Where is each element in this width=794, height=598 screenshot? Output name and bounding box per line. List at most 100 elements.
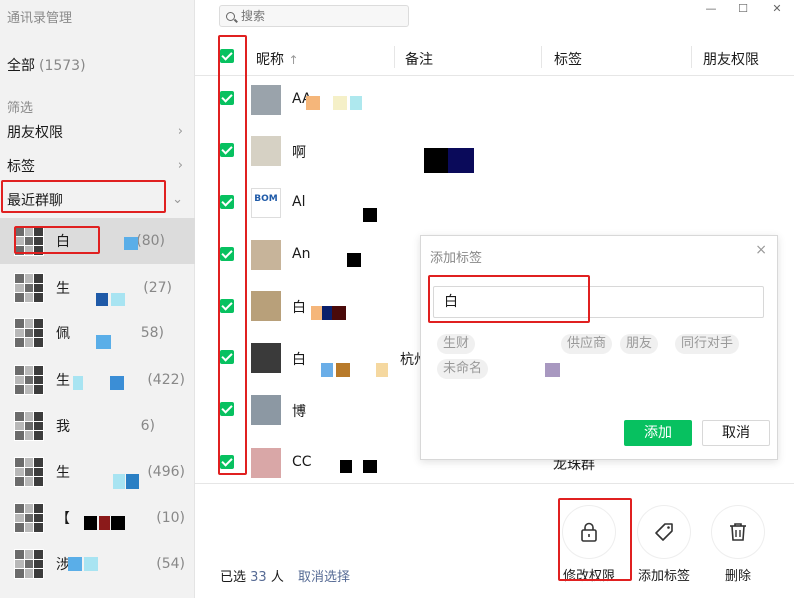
column-remark[interactable]: 备注: [405, 49, 433, 69]
row-checkbox[interactable]: [220, 299, 234, 313]
filter-label: 标签: [7, 159, 35, 175]
group-item[interactable]: 我 6): [0, 403, 195, 449]
redaction-mark: [110, 376, 124, 390]
redaction-mark: [336, 363, 350, 377]
action-label: 删除: [724, 569, 751, 584]
column-label: 昵称: [256, 52, 284, 68]
maximize-icon[interactable]: ☐: [731, 2, 755, 16]
tag-chip[interactable]: 同行对手: [675, 334, 740, 354]
redaction-mark: [96, 293, 108, 306]
selected-suffix: 人: [270, 570, 284, 585]
tag-chip[interactable]: 未命名: [437, 359, 489, 379]
cancel-button[interactable]: 取消: [702, 420, 770, 446]
tag-chip[interactable]: 供应商: [561, 334, 613, 354]
filter-section-label: 筛选: [7, 101, 34, 116]
contact-name: Al: [292, 194, 306, 210]
bottom-bar: 已选 33 人 取消选择 修改权限 添加标签 删除: [195, 483, 794, 598]
row-checkbox[interactable]: [220, 247, 234, 261]
group-item[interactable]: 生 (422): [0, 357, 195, 403]
row-checkbox[interactable]: [220, 195, 234, 209]
search-input[interactable]: [241, 9, 391, 23]
redaction-mark: [113, 474, 125, 489]
group-count: (496): [147, 464, 185, 480]
table-row[interactable]: AA: [195, 75, 794, 127]
group-avatar: [14, 457, 44, 487]
close-icon[interactable]: ×: [755, 242, 767, 258]
tag-chip[interactable]: 生财: [437, 334, 476, 354]
delete-button[interactable]: 删除: [698, 506, 778, 584]
minimize-icon[interactable]: —: [699, 2, 723, 16]
contact-name: 白: [292, 300, 306, 316]
avatar: [251, 291, 281, 321]
group-name: 我: [56, 419, 70, 435]
redaction-mark: [376, 363, 388, 377]
group-count: (10): [156, 510, 185, 526]
redaction-mark: [84, 516, 97, 530]
group-name: 生: [56, 281, 70, 297]
table-row[interactable]: BOM Al: [195, 178, 794, 230]
redaction-mark: [340, 460, 352, 473]
filter-label: 最近群聊: [7, 193, 63, 209]
action-label: 添加标签: [637, 569, 690, 584]
row-checkbox[interactable]: [220, 402, 234, 416]
dialog-title: 添加标签: [430, 251, 483, 266]
close-icon[interactable]: ✕: [765, 2, 789, 16]
group-avatar: [14, 318, 44, 348]
group-name: 【: [56, 511, 70, 527]
redaction-mark: [99, 516, 110, 530]
redaction-mark: [424, 148, 448, 173]
filter-label: 朋友权限: [7, 125, 63, 141]
redaction-mark: [347, 253, 361, 267]
add-button[interactable]: 添加: [624, 420, 692, 446]
select-all-checkbox[interactable]: [220, 49, 234, 63]
avatar: [251, 395, 281, 425]
row-checkbox[interactable]: [220, 143, 234, 157]
action-label: 修改权限: [562, 569, 615, 584]
column-divider: [691, 46, 692, 68]
group-count: 58): [140, 325, 164, 341]
redaction-mark: [311, 306, 322, 320]
column-tag[interactable]: 标签: [554, 49, 582, 69]
sidebar-item-all[interactable]: 全部 (1573): [7, 55, 86, 75]
row-checkbox[interactable]: [220, 350, 234, 364]
avatar: [251, 240, 281, 270]
add-tag-button[interactable]: 添加标签: [624, 506, 704, 584]
avatar: BOM: [251, 188, 281, 218]
group-count: (54): [156, 556, 185, 572]
group-item[interactable]: 白 (80): [0, 218, 195, 264]
group-item[interactable]: 佩 58): [0, 310, 195, 356]
selected-prefix: 已选: [220, 570, 247, 585]
redaction-mark: [84, 557, 98, 571]
redaction-mark: [321, 363, 333, 377]
group-item[interactable]: 生 (496): [0, 449, 195, 495]
modify-permission-button[interactable]: 修改权限: [549, 506, 629, 584]
redaction-mark: [333, 96, 347, 110]
table-row[interactable]: 啊: [195, 126, 794, 178]
contact-name: CC: [292, 454, 312, 470]
column-nickname[interactable]: 昵称 ↑: [256, 49, 299, 69]
group-count: (27): [143, 280, 172, 296]
tag-input[interactable]: 白: [433, 286, 764, 318]
tag-chip[interactable]: 朋友: [620, 334, 659, 354]
tag-icon: [638, 506, 690, 558]
column-permission[interactable]: 朋友权限: [703, 49, 759, 69]
group-name: 佩: [56, 326, 70, 342]
redaction-mark: [96, 335, 111, 349]
contact-name: 博: [292, 404, 306, 420]
group-item[interactable]: 【 (10): [0, 495, 195, 541]
row-checkbox[interactable]: [220, 455, 234, 469]
group-name: 生: [56, 465, 70, 481]
row-checkbox[interactable]: [220, 91, 234, 105]
redaction-mark: [332, 306, 346, 320]
sidebar-item-recent-groups[interactable]: 最近群聊 ⌄: [0, 184, 195, 216]
search-box[interactable]: [219, 5, 409, 27]
chevron-right-icon: ›: [177, 124, 183, 139]
contact-name: An: [292, 246, 311, 262]
trash-icon: [712, 506, 764, 558]
lock-icon: [563, 506, 615, 558]
group-avatar: [14, 365, 44, 395]
sidebar-item-friend-permission[interactable]: 朋友权限 ›: [0, 116, 195, 148]
deselect-link[interactable]: 取消选择: [298, 570, 350, 585]
sidebar-item-tags[interactable]: 标签 ›: [0, 150, 195, 182]
group-avatar: [14, 273, 44, 303]
